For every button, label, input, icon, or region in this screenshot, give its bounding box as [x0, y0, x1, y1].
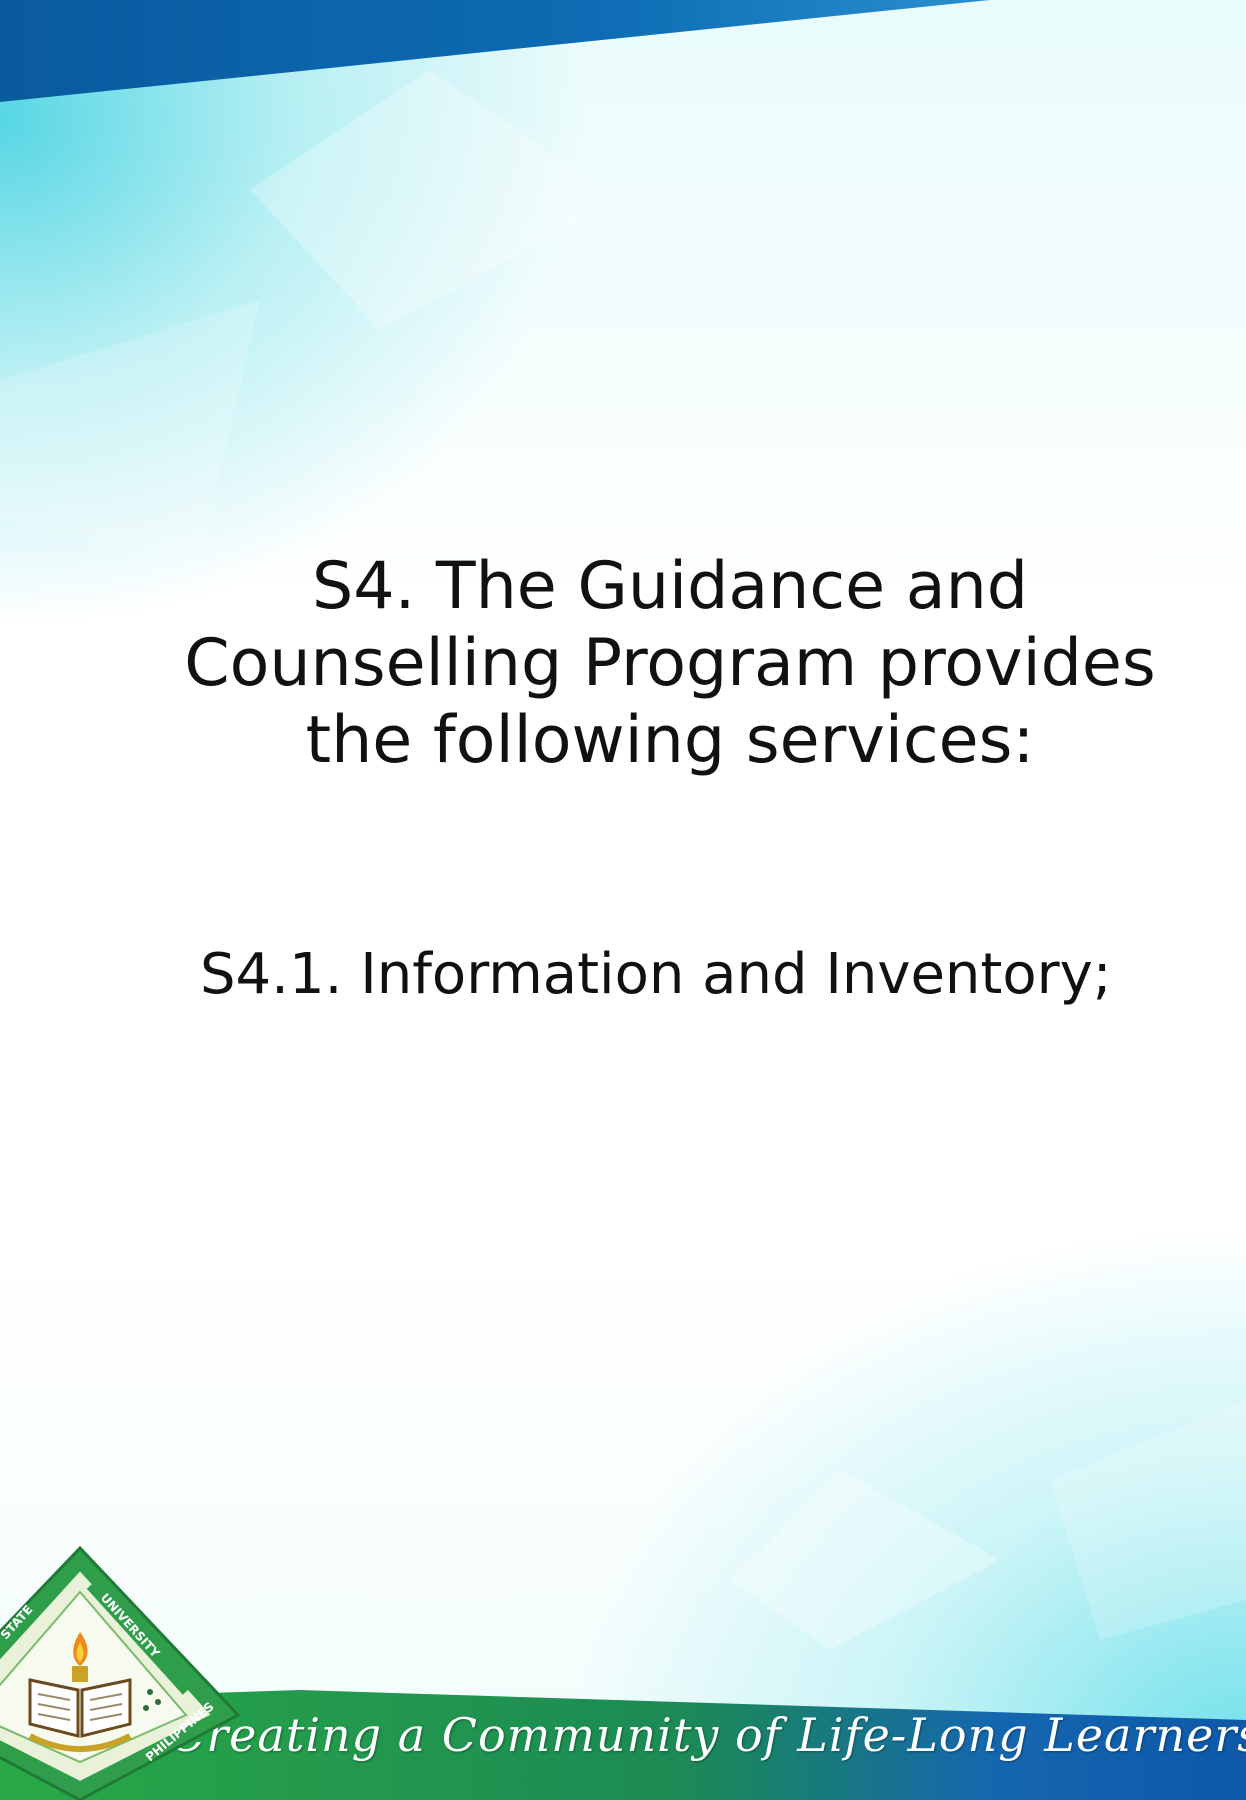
service-item: S4.1. Information and Inventory;: [200, 942, 1112, 1007]
top-band: [0, 0, 990, 102]
background-decoration: [0, 0, 1246, 1800]
slide-title: S4. The Guidance and Counselling Program…: [170, 548, 1170, 779]
svg-text:1908: 1908: [70, 1783, 95, 1793]
title-line-1: S4. The Guidance and: [311, 549, 1029, 624]
slide-page: S4. The Guidance and Counselling Program…: [0, 0, 1246, 1800]
title-line-2: Counselling Program provides: [184, 626, 1156, 701]
title-line-3: the following services:: [305, 703, 1035, 778]
university-seal-icon: UNIVERSITY STATE PHILIPPINES 1908: [0, 1545, 240, 1800]
footer-slogan: Creating a Community of Life-Long Learne…: [170, 1708, 1246, 1762]
